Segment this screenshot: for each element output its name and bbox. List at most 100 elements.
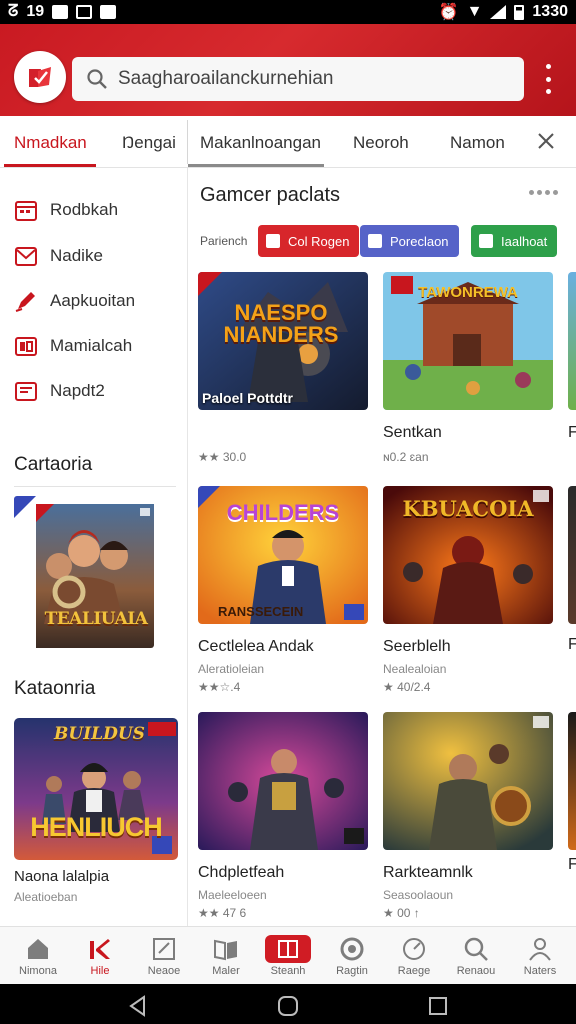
tab-bar: Nmadkan Ŋengai Makanlnoangan Neoroh Namo… <box>0 116 576 168</box>
status-bar: ᘔ 19 ⏰ ▼ 1330 <box>0 0 576 24</box>
books-icon <box>214 939 237 961</box>
filter-label: Pariench <box>200 234 248 248</box>
main-content: Gamcer paclats Pariench Col Rogen Porecl… <box>188 168 576 926</box>
search-input[interactable] <box>118 68 498 90</box>
sidebar-heading-cartaoria: Cartaoria <box>14 454 93 475</box>
game-card-title: Chdpletfeah <box>198 864 285 881</box>
app-screen: ᘔ 19 ⏰ ▼ 1330 Saagharoailanckurnehian Nm… <box>0 0 576 1024</box>
sidebar-item-label: Napdt2 <box>50 381 105 400</box>
game-card-banner: KBUACOIA <box>402 496 534 521</box>
search-icon <box>87 69 107 89</box>
nav-item-hile[interactable]: Hile <box>68 927 132 985</box>
sidebar-item-label: Aapkuoitan <box>50 291 136 310</box>
game-card-subtitle: Seasoolaoun <box>383 888 454 902</box>
promo-title: TEALIUAIA <box>44 609 148 629</box>
status-mail-icon <box>100 5 117 19</box>
app-logo-icon <box>29 67 51 87</box>
selected-tab-indicator <box>188 164 324 167</box>
battery-icon <box>514 4 525 20</box>
filter-chip-iaalhoat[interactable]: Iaalhoat <box>471 225 558 257</box>
game-card[interactable]: CHILDERS RANSSECEIN Cectlelea Andak Aler… <box>198 486 368 694</box>
game-card-title: Sentkan <box>383 424 442 441</box>
document-icon <box>15 382 37 401</box>
game-card-peek-title: F <box>568 856 576 873</box>
nav-item-nimona[interactable]: Nimona <box>6 927 70 985</box>
more-options-icon[interactable] <box>529 190 558 195</box>
game-card-peek[interactable] <box>568 486 576 624</box>
game-card-image: TAWONREWA <box>383 272 553 410</box>
sidebar-item-nadike[interactable]: Nadike <box>0 236 187 276</box>
game-card[interactable]: NAESPO NIANDERS Paloel Pottdtr ★★ 30.0 <box>198 272 368 464</box>
active-tab-indicator <box>4 164 96 167</box>
nav-label: Hile <box>90 965 110 977</box>
gauge-icon <box>403 938 425 960</box>
tab-nmadkan[interactable]: Nmadkan <box>14 116 87 168</box>
game-card-image: CHILDERS RANSSECEIN <box>198 486 368 624</box>
recents-icon[interactable] <box>426 994 450 1018</box>
nav-item-maler[interactable]: Maler <box>194 927 258 985</box>
sidebar-item-rodbkah[interactable]: Rodbkah <box>0 190 187 230</box>
nav-label: Maler <box>212 965 240 977</box>
status-left: ᘔ 19 <box>8 3 117 21</box>
sidebar-divider <box>14 486 176 487</box>
nav-label: Renaou <box>456 965 496 977</box>
nav-item-steanh[interactable]: Steanh <box>256 927 320 985</box>
nav-item-neaoe[interactable]: Neaoe <box>132 927 196 985</box>
sidebar-item-mamialcah[interactable]: Mamialcah <box>0 326 187 366</box>
game-card-rating: ★ 00 ↑ <box>383 906 420 920</box>
filter-chip-col-rogen[interactable]: Col Rogen <box>258 225 360 257</box>
game-card[interactable]: TAWONREWA Sentkan ɴ0.2 ɛan <box>383 272 553 464</box>
home-button-icon[interactable] <box>276 994 300 1018</box>
game-card-image: KBUACOIA <box>383 486 553 624</box>
game-card[interactable]: KBUACOIA Seerblelh Nealealoian ★ 40/2.4 <box>383 486 553 694</box>
chip-icon <box>266 234 280 248</box>
nav-item-naters[interactable]: Naters <box>508 927 572 985</box>
search-bar[interactable] <box>72 57 524 101</box>
game-card-subtitle: Aleratioleian <box>198 662 265 676</box>
nav-label: Steanh <box>270 965 306 977</box>
nav-item-ragtin[interactable]: Ragtin <box>320 927 384 985</box>
game-card-peek[interactable] <box>568 712 576 850</box>
photo-icon <box>15 337 37 356</box>
sidebar-item-aapkuoitan[interactable]: Aapkuoitan <box>0 281 187 321</box>
close-icon[interactable] <box>536 131 556 151</box>
book-icon <box>265 935 311 963</box>
chip-label: Col Rogen <box>288 233 350 249</box>
nav-item-raege[interactable]: Raege <box>382 927 446 985</box>
game-card-image: NAESPO NIANDERS Paloel Pottdtr <box>198 272 368 410</box>
game-card-peek[interactable] <box>568 272 576 410</box>
sidebar-item-napdt2[interactable]: Napdt2 <box>0 371 187 411</box>
chart-icon <box>90 939 110 959</box>
nav-item-renaou[interactable]: Renaou <box>444 927 508 985</box>
tab-namon[interactable]: Namon <box>450 116 505 168</box>
signal-icon <box>490 5 507 19</box>
tab-ngengai[interactable]: Ŋengai <box>122 116 176 168</box>
promo-card-tealiuaia[interactable]: TEALIUAIA <box>14 496 154 648</box>
game-card-title: Cectlelea Andak <box>198 638 314 655</box>
game-card-rating: ★★ 30.0 <box>198 450 247 464</box>
sidebar: Rodbkah Nadike Aapkuoitan Mamialcah Napd… <box>0 168 188 926</box>
nav-label: Raege <box>397 965 431 977</box>
search-icon <box>464 937 488 961</box>
nav-label: Ragtin <box>336 965 368 977</box>
game-card-banner: TAWONREWA <box>418 284 518 301</box>
chip-icon <box>479 234 493 248</box>
back-icon[interactable] <box>126 994 150 1018</box>
status-notification-icon: ᘔ <box>8 3 19 20</box>
tab-makanlnoangan[interactable]: Makanlnoangan <box>200 116 321 168</box>
sidebar-heading-kataonria: Kataonria <box>14 678 96 699</box>
pen-icon <box>15 292 35 312</box>
promo-title: HENLIUCH <box>30 812 163 842</box>
sidebar-item-label: Mamialcah <box>50 336 133 355</box>
tab-neoroh[interactable]: Neoroh <box>353 116 409 168</box>
nav-label: Neaoe <box>147 965 181 977</box>
filter-chip-poreclaon[interactable]: Poreclaon <box>360 225 459 257</box>
home-icon <box>28 939 48 959</box>
game-card[interactable]: Chdpletfeah Maeleeloeen ★★ 47 6 <box>198 712 368 920</box>
overflow-menu-icon[interactable] <box>540 64 556 94</box>
promo-card-henliuch[interactable]: BUILDUS HENLIUCH <box>14 718 178 860</box>
game-card[interactable]: Rarkteamnlk Seasoolaoun ★ 00 ↑ <box>383 712 553 920</box>
chip-label: Poreclaon <box>390 233 449 249</box>
game-card-image <box>383 712 553 850</box>
app-logo[interactable] <box>14 51 66 103</box>
